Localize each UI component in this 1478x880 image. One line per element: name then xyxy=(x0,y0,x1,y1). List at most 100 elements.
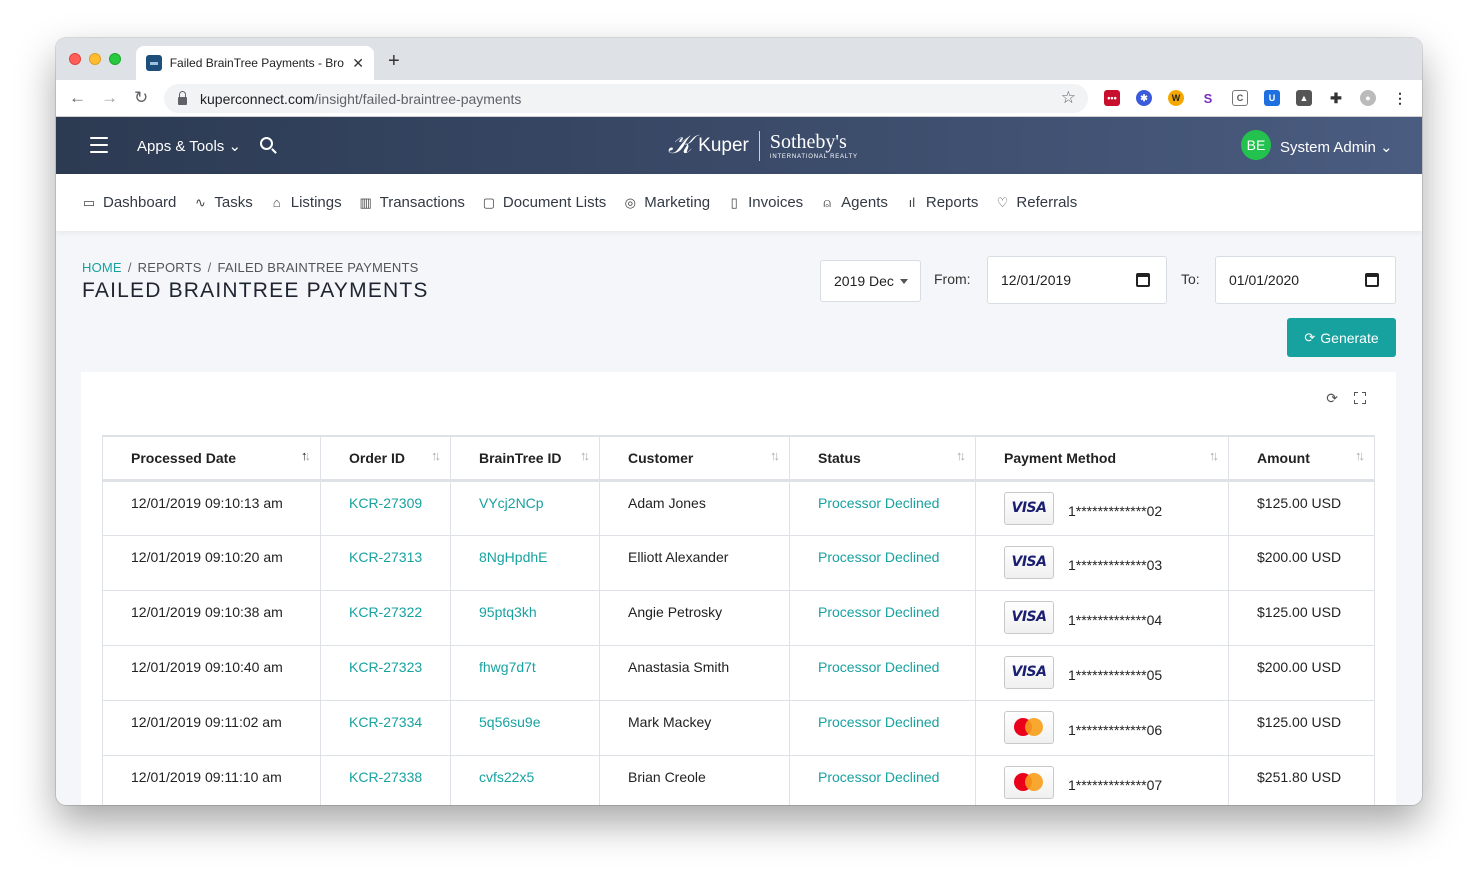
close-tab-icon[interactable]: ✕ xyxy=(352,55,364,72)
results-card: ⟳ Processed Date ↑↓ Order ID ↑↓ BrainTree … xyxy=(81,372,1396,805)
table-body: 12/01/2019 09:10:13 am KCR-27309 VYcj2NCp A… xyxy=(102,480,1375,805)
back-icon[interactable]: ← xyxy=(69,88,86,108)
refresh-icon[interactable]: ⟳ xyxy=(1326,390,1338,407)
table-row[interactable]: 12/01/2019 09:11:10 am KCR-27338 cvfs22x5 B… xyxy=(102,755,1375,805)
sort-icon[interactable]: ↑↓ xyxy=(580,448,590,463)
nav-item-tasks[interactable]: ∿ Tasks xyxy=(193,194,253,211)
table-row[interactable]: 12/01/2019 09:10:40 am KCR-27323 fhwg7d7t A… xyxy=(102,645,1375,701)
col-braintree-id[interactable]: BrainTree ID ↑↓ xyxy=(450,435,600,482)
cell-payment-method: 1*************07 xyxy=(975,755,1229,805)
nav-item-marketing[interactable]: ◎ Marketing xyxy=(623,194,711,211)
fullscreen-icon[interactable] xyxy=(1354,392,1366,404)
extension-swirl-icon[interactable]: S xyxy=(1200,90,1216,106)
cell-order-id[interactable]: KCR-27313 xyxy=(320,535,451,591)
sort-icon[interactable]: ↑↓ xyxy=(956,448,966,463)
to-date-value: 01/01/2020 xyxy=(1229,272,1300,288)
card-brand-badge xyxy=(1004,710,1054,744)
calendar-icon[interactable] xyxy=(1365,273,1379,287)
forward-icon[interactable]: → xyxy=(101,88,118,108)
col-status[interactable]: Status ↑↓ xyxy=(789,435,976,482)
extension-c-icon[interactable]: C xyxy=(1232,90,1248,106)
nav-item-transactions[interactable]: ▥ Transactions xyxy=(359,194,464,211)
nav-item-dashboard[interactable]: ▭ Dashboard xyxy=(82,194,177,211)
cell-braintree-id[interactable]: cvfs22x5 xyxy=(450,755,600,805)
cell-customer: Anastasia Smith xyxy=(599,645,790,701)
hamburger-menu-icon[interactable] xyxy=(90,137,108,158)
nav-item-agents[interactable]: ⍝ Agents xyxy=(820,194,888,211)
cell-payment-method: VISA 1*************03 xyxy=(975,535,1229,591)
extension-u-icon[interactable]: U xyxy=(1264,90,1280,106)
cell-status: Processor Declined xyxy=(789,480,976,536)
cell-braintree-id[interactable]: 8NgHpdhE xyxy=(450,535,600,591)
bookmark-star-icon[interactable]: ☆ xyxy=(1061,88,1076,108)
col-processed-date[interactable]: Processed Date ↑↓ xyxy=(102,435,321,482)
column-header: Customer xyxy=(628,449,694,466)
nav-item-reports[interactable]: ıl Reports xyxy=(905,194,979,211)
extension-w-icon[interactable]: W xyxy=(1168,90,1184,106)
table-row[interactable]: 12/01/2019 09:10:38 am KCR-27322 95ptq3kh A… xyxy=(102,590,1375,646)
col-customer[interactable]: Customer ↑↓ xyxy=(599,435,790,482)
cell-braintree-id[interactable]: 5q56su9e xyxy=(450,700,600,756)
breadcrumb-reports[interactable]: REPORTS xyxy=(138,260,202,275)
apps-tools-menu[interactable]: Apps & Tools ⌄ xyxy=(137,137,241,155)
url-field[interactable]: kuperconnect.com/insight/failed-braintre… xyxy=(164,84,1088,113)
cell-customer: Adam Jones xyxy=(599,480,790,536)
reload-icon[interactable]: ↻ xyxy=(134,88,148,108)
user-menu[interactable]: System Admin ⌄ xyxy=(1280,138,1393,156)
col-payment-method[interactable]: Payment Method ↑↓ xyxy=(975,435,1229,482)
cell-customer: Mark Mackey xyxy=(599,700,790,756)
profile-avatar-icon[interactable]: ● xyxy=(1360,90,1376,106)
from-date-input[interactable]: 12/01/2019 xyxy=(987,256,1167,304)
url-path: /insight/failed-braintree-payments xyxy=(314,90,522,107)
cell-order-id[interactable]: KCR-27338 xyxy=(320,755,451,805)
sort-icon[interactable]: ↑↓ xyxy=(1355,448,1365,463)
sort-icon[interactable]: ↑↓ xyxy=(301,448,311,463)
nav-label: Reports xyxy=(925,194,979,211)
cell-braintree-id[interactable]: 95ptq3kh xyxy=(450,590,600,646)
extension-image-icon[interactable]: ▲ xyxy=(1296,90,1312,106)
cell-order-id[interactable]: KCR-27322 xyxy=(320,590,451,646)
sort-icon[interactable]: ↑↓ xyxy=(431,448,441,463)
cell-status: Processor Declined xyxy=(789,590,976,646)
cell-braintree-id[interactable]: fhwg7d7t xyxy=(450,645,600,701)
extensions-puzzle-icon[interactable]: ✚ xyxy=(1328,90,1344,106)
breadcrumb-home[interactable]: HOME xyxy=(82,260,122,275)
cell-customer: Elliott Alexander xyxy=(599,535,790,591)
cell-status: Processor Declined xyxy=(789,645,976,701)
sort-icon[interactable]: ↑↓ xyxy=(1209,448,1219,463)
minimize-window-button[interactable] xyxy=(89,53,101,65)
generate-button[interactable]: ⟳ Generate xyxy=(1287,318,1396,357)
period-select[interactable]: 2019 Dec xyxy=(820,260,921,302)
cell-order-id[interactable]: KCR-27309 xyxy=(320,480,451,536)
calendar-icon[interactable] xyxy=(1136,273,1150,287)
sort-icon[interactable]: ↑↓ xyxy=(770,448,780,463)
from-date-value: 12/01/2019 xyxy=(1001,272,1072,288)
folder-icon: ▢ xyxy=(482,194,496,210)
table-row[interactable]: 12/01/2019 09:10:20 am KCR-27313 8NgHpdhE E… xyxy=(102,535,1375,591)
to-date-input[interactable]: 01/01/2020 xyxy=(1215,256,1396,304)
mastercard-logo-icon xyxy=(1014,718,1044,736)
col-order-id[interactable]: Order ID ↑↓ xyxy=(320,435,451,482)
user-name: System Admin xyxy=(1280,139,1376,156)
close-window-button[interactable] xyxy=(69,53,81,65)
nav-item-invoices[interactable]: ▯ Invoices xyxy=(727,194,804,211)
nav-item-document-lists[interactable]: ▢ Document Lists xyxy=(482,194,607,211)
cell-order-id[interactable]: KCR-27334 xyxy=(320,700,451,756)
search-icon[interactable] xyxy=(260,137,273,150)
maximize-window-button[interactable] xyxy=(109,53,121,65)
browser-menu-icon[interactable]: ⋮ xyxy=(1392,90,1408,106)
table-row[interactable]: 12/01/2019 09:11:02 am KCR-27334 5q56su9e M… xyxy=(102,700,1375,756)
extension-red-icon[interactable]: ••• xyxy=(1104,90,1120,106)
home-icon: ⌂ xyxy=(272,195,281,210)
browser-tab[interactable]: Failed BrainTree Payments - Bro ✕ xyxy=(136,46,374,80)
masked-card-number: 1*************06 xyxy=(1068,721,1163,738)
user-avatar[interactable]: BE xyxy=(1241,130,1271,160)
table-row[interactable]: 12/01/2019 09:10:13 am KCR-27309 VYcj2NCp A… xyxy=(102,480,1375,536)
cell-braintree-id[interactable]: VYcj2NCp xyxy=(450,480,600,536)
nav-item-referrals[interactable]: ♡ Referrals xyxy=(995,194,1078,211)
col-amount[interactable]: Amount ↑↓ xyxy=(1228,435,1375,482)
nav-item-listings[interactable]: ⌂ Listings xyxy=(270,194,342,211)
cell-order-id[interactable]: KCR-27323 xyxy=(320,645,451,701)
new-tab-button[interactable]: + xyxy=(388,50,400,73)
extension-badge-icon[interactable]: ✱ xyxy=(1136,90,1152,106)
